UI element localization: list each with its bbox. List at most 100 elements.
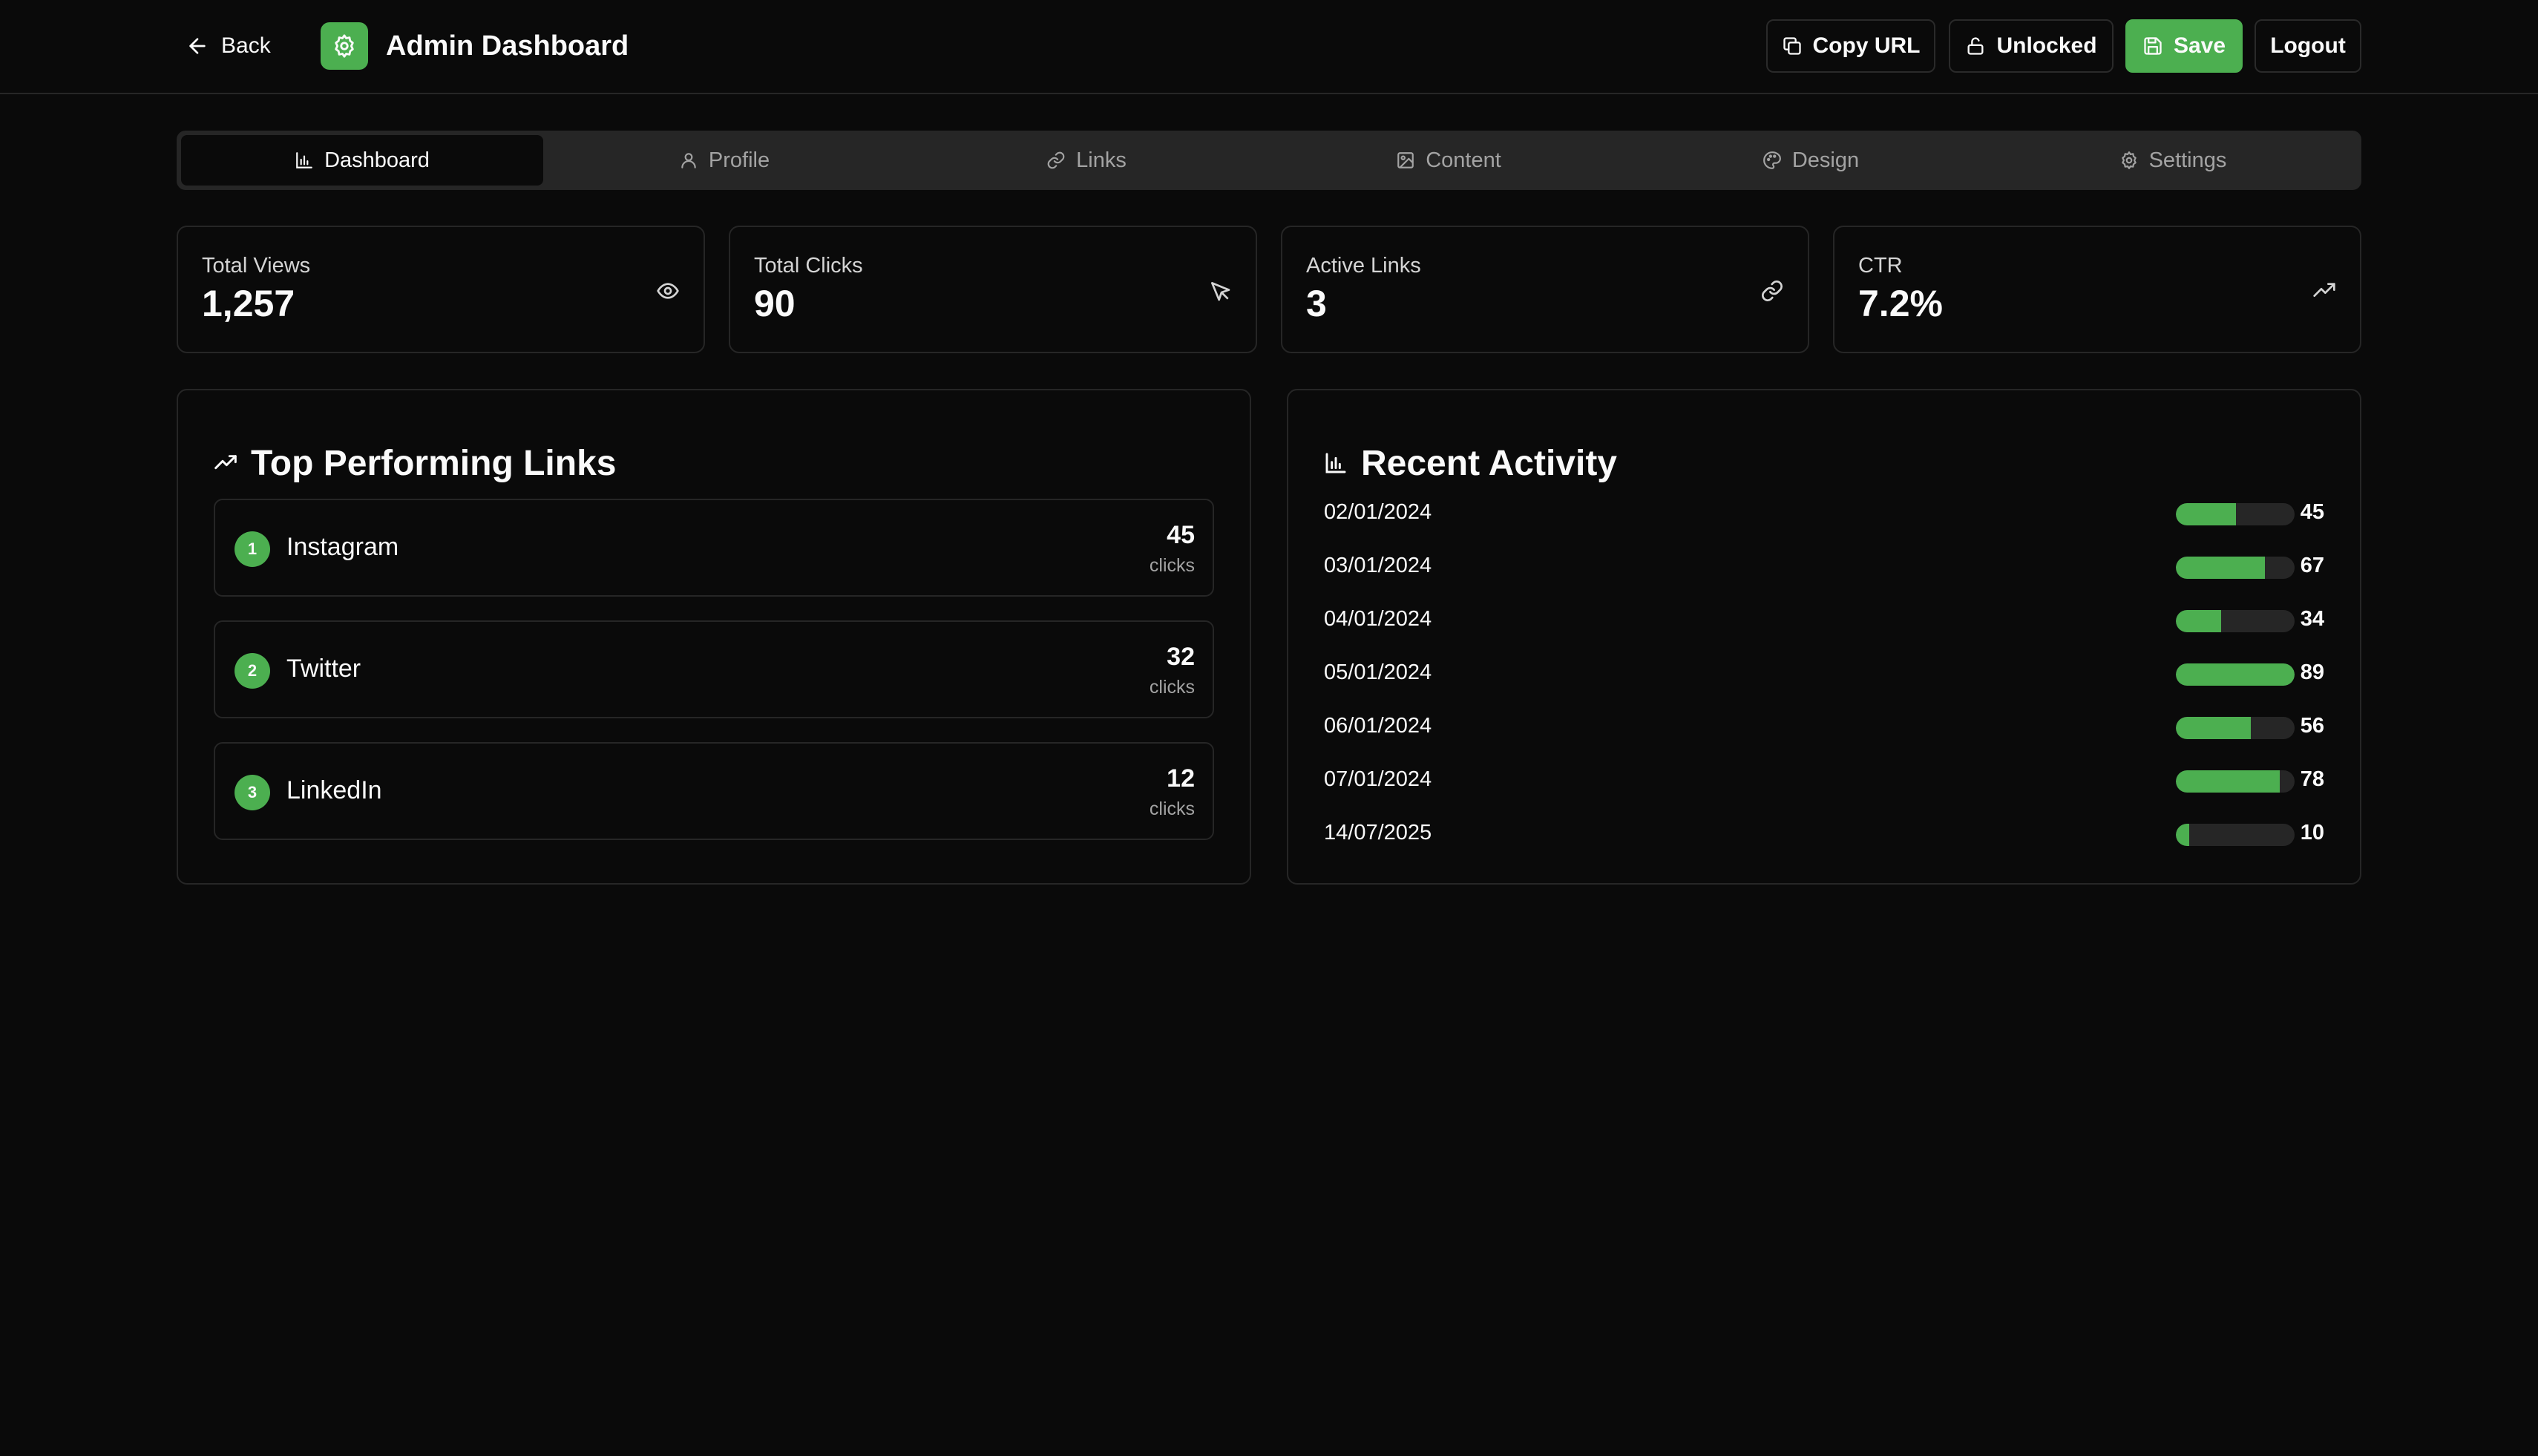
activity-value: 34 [2300,607,2324,631]
save-icon [2144,37,2162,55]
tab-label: Settings [2148,148,2227,172]
top-links-panel: Top Performing Links 1 Instagram 45 clic… [177,389,1251,885]
back-button[interactable]: Back [186,25,271,67]
activity-row: 14/07/2025 10 [1324,818,2324,847]
link-name: LinkedIn [286,776,382,804]
activity-row: 05/01/2024 89 [1324,658,2324,687]
copy-icon [1783,37,1801,55]
eye-icon [657,283,679,299]
gear-icon [2121,151,2137,169]
tab-label: Design [1791,148,1860,172]
copy-url-label: Copy URL [1812,33,1921,58]
stat-card-total-clicks: Total Clicks 90 [729,226,1257,353]
stat-value: 7.2% [1858,283,1943,324]
tab-label: Links [1076,148,1127,172]
user-icon [681,153,696,168]
activity-row: 06/01/2024 56 [1324,711,2324,741]
activity-date: 14/07/2025 [1324,821,1432,845]
panel-title: Top Performing Links [214,423,616,503]
link-name: Instagram [286,533,399,561]
stat-value: 1,257 [202,283,295,324]
tab-label: Content [1426,148,1501,172]
link-clicks: 45 [1167,521,1195,549]
list-item[interactable]: 3 LinkedIn 12 clicks [214,742,1214,840]
tab-bar: Dashboard Profile Links Content Design S… [177,131,2361,190]
stat-card-active-links: Active Links 3 [1281,226,1809,353]
logout-button[interactable]: Logout [2255,19,2361,73]
activity-bar-fill [2176,503,2236,525]
save-button[interactable]: Save [2125,19,2243,73]
activity-date: 07/01/2024 [1324,767,1432,791]
tab-design[interactable]: Design [1630,135,1992,186]
activity-bar [2176,824,2295,846]
stat-label: Total Views [202,254,311,278]
activity-bar [2176,557,2295,579]
activity-value: 56 [2300,714,2324,738]
link-clicks: 32 [1167,643,1195,671]
lock-toggle-button[interactable]: Unlocked [1949,19,2114,73]
trending-up-icon [2313,283,2335,297]
stat-value: 3 [1306,283,1327,324]
activity-bar-fill [2176,717,2251,739]
lock-label: Unlocked [1996,33,2097,58]
rank-badge: 3 [235,775,270,810]
activity-row: 03/01/2024 67 [1324,551,2324,580]
tab-content[interactable]: Content [1268,135,1630,186]
link-name: Twitter [286,655,361,683]
rank-badge: 2 [235,653,270,689]
activity-bar-fill [2176,663,2295,686]
trending-up-icon [214,455,237,470]
palette-icon [1763,151,1781,169]
activity-value: 89 [2300,660,2324,684]
activity-date: 02/01/2024 [1324,500,1432,524]
stat-label: CTR [1858,254,1903,278]
copy-url-button[interactable]: Copy URL [1766,19,1935,73]
panel-title-text: Top Performing Links [251,443,617,483]
stat-card-total-views: Total Views 1,257 [177,226,705,353]
tab-label: Dashboard [324,148,430,172]
activity-value: 78 [2300,767,2324,791]
link-clicks-label: clicks [1149,677,1195,698]
page-title: Admin Dashboard [386,30,629,62]
activity-bar [2176,610,2295,632]
link-icon [1047,151,1065,169]
top-header: Back Admin Dashboard Copy URL Unlocked S… [0,0,2538,94]
tab-links[interactable]: Links [905,135,1268,186]
tab-profile[interactable]: Profile [543,135,905,186]
activity-row: 04/01/2024 34 [1324,604,2324,634]
activity-value: 45 [2300,500,2324,524]
activity-value: 67 [2300,554,2324,577]
activity-date: 03/01/2024 [1324,554,1432,577]
activity-date: 06/01/2024 [1324,714,1432,738]
logout-label: Logout [2270,33,2346,58]
bar-chart-icon [296,152,312,168]
back-label: Back [221,33,271,58]
activity-date: 05/01/2024 [1324,660,1432,684]
list-item[interactable]: 1 Instagram 45 clicks [214,499,1214,597]
stat-value: 90 [754,283,796,324]
stat-label: Total Clicks [754,254,863,278]
recent-activity-panel: Recent Activity 02/01/2024 45 03/01/2024… [1287,389,2361,885]
activity-bar [2176,663,2295,686]
arrow-left-icon [189,38,206,54]
list-item[interactable]: 2 Twitter 32 clicks [214,620,1214,718]
activity-date: 04/01/2024 [1324,607,1432,631]
link-clicks: 12 [1167,764,1195,793]
tab-dashboard[interactable]: Dashboard [181,135,543,186]
image-icon [1397,152,1414,168]
activity-row: 07/01/2024 78 [1324,764,2324,794]
save-label: Save [2173,33,2226,58]
activity-bar-fill [2176,824,2189,846]
pointer-icon [1211,282,1230,301]
link-clicks-label: clicks [1149,798,1195,819]
activity-row: 02/01/2024 45 [1324,497,2324,527]
rank-badge: 1 [235,531,270,567]
bar-chart-icon [1325,453,1346,473]
unlock-icon [1967,37,1984,55]
panel-title: Recent Activity [1324,423,1617,503]
tab-settings[interactable]: Settings [1992,135,2354,186]
activity-bar [2176,503,2295,525]
tab-label: Profile [708,148,770,172]
activity-bar-fill [2176,557,2266,579]
panel-title-text: Recent Activity [1361,443,1617,483]
